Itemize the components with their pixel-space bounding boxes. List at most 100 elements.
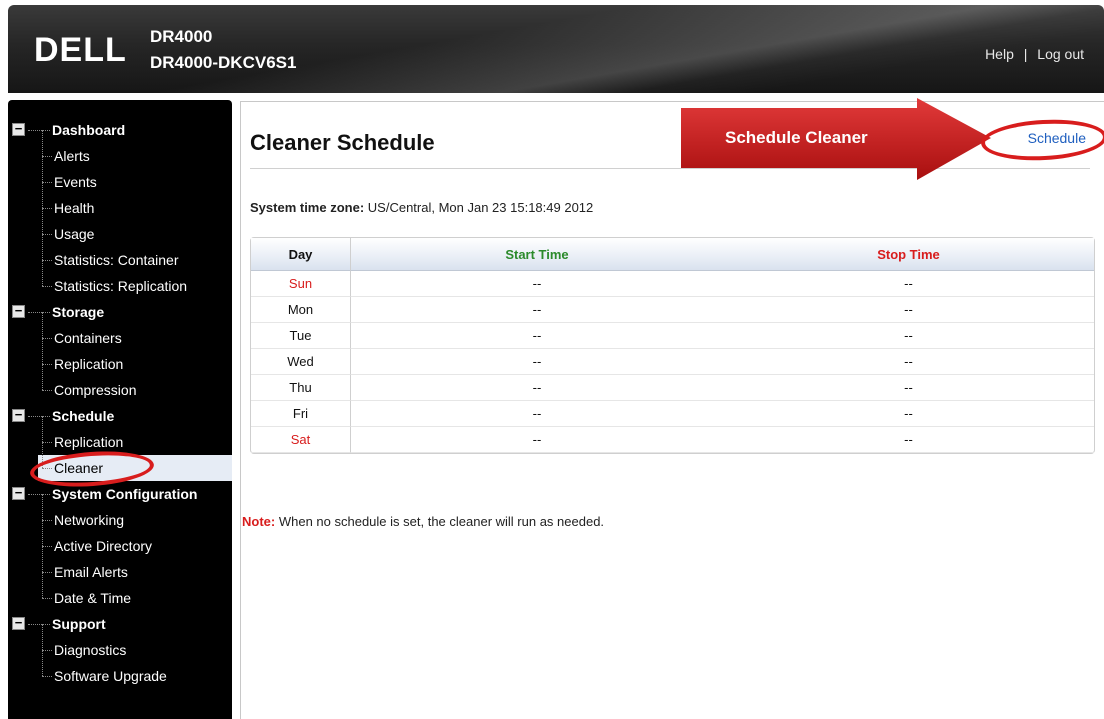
stop-time-cell: -- <box>723 349 1094 375</box>
tree-connector <box>28 494 50 495</box>
table-row: Thu -- -- <box>251 375 1094 401</box>
sidebar-item-software-upgrade[interactable]: Software Upgrade <box>8 650 232 689</box>
stop-time-cell: -- <box>723 427 1094 453</box>
start-time-cell: -- <box>351 375 723 401</box>
schedule-highlight-circle <box>980 116 1104 164</box>
day-cell: Thu <box>251 375 351 401</box>
tree-connector <box>42 572 52 573</box>
collapse-toggle-icon[interactable]: − <box>12 486 25 500</box>
tree-connector <box>28 130 50 131</box>
start-time-cell: -- <box>351 271 723 297</box>
sidebar-item-label: Replication <box>54 356 124 372</box>
tree-connector <box>42 520 43 546</box>
day-cell: Sun <box>251 271 351 297</box>
note-text: When no schedule is set, the cleaner wil… <box>278 514 605 529</box>
header-links: Help | Log out <box>985 46 1084 62</box>
tree-connector <box>42 598 52 599</box>
tree-connector <box>42 182 52 183</box>
dell-logo: DELL <box>34 31 127 69</box>
sidebar-item-label: Networking <box>54 512 125 528</box>
sidebar-item-label: Statistics: Container <box>54 252 179 268</box>
stop-time-cell: -- <box>723 401 1094 427</box>
collapse-toggle-icon[interactable]: − <box>12 304 25 318</box>
start-time-cell: -- <box>351 297 723 323</box>
tree-connector <box>42 286 52 287</box>
day-cell: Sat <box>251 427 351 453</box>
collapse-toggle-icon[interactable]: − <box>12 408 25 422</box>
schedule-note: Note: When no schedule is set, the clean… <box>242 514 604 529</box>
app-header: DELL DR4000 DR4000-DKCV6S1 Help | Log ou… <box>8 5 1104 93</box>
product-name: DR4000 <box>150 27 213 46</box>
product-hostname: DR4000-DKCV6S1 <box>150 53 297 72</box>
tree-connector <box>42 442 52 443</box>
tree-connector <box>42 156 43 182</box>
tree-connector <box>28 624 50 625</box>
sidebar-item-label: Compression <box>54 382 137 398</box>
table-row: Sat -- -- <box>251 427 1094 453</box>
timezone-value: US/Central, Mon Jan 23 15:18:49 2012 <box>367 200 594 215</box>
day-cell: Fri <box>251 401 351 427</box>
column-header-stop-time[interactable]: Stop Time <box>723 238 1094 271</box>
stop-time-cell: -- <box>723 297 1094 323</box>
tree-connector <box>42 156 52 157</box>
collapse-toggle-icon[interactable]: − <box>12 122 25 136</box>
help-link[interactable]: Help <box>985 46 1014 62</box>
tree-connector <box>42 364 43 390</box>
table-row: Fri -- -- <box>251 401 1094 427</box>
stop-time-cell: -- <box>723 375 1094 401</box>
tree-connector <box>42 208 52 209</box>
sidebar-item-date-time[interactable]: Date & Time <box>8 572 232 611</box>
day-cell: Mon <box>251 297 351 323</box>
tree-connector <box>42 312 43 338</box>
table-row: Mon -- -- <box>251 297 1094 323</box>
tree-connector <box>42 260 43 286</box>
header-separator: | <box>1023 46 1028 62</box>
tree-connector <box>42 364 52 365</box>
tree-connector <box>42 416 43 442</box>
sidebar-item-label: Usage <box>54 226 95 242</box>
annotation-label: Schedule Cleaner <box>725 128 868 147</box>
timezone-label: System time zone: <box>250 200 365 215</box>
table-row: Wed -- -- <box>251 349 1094 375</box>
stop-time-cell: -- <box>723 323 1094 349</box>
sidebar-item-label: Events <box>54 174 97 190</box>
sidebar-item-label: Email Alerts <box>54 564 128 580</box>
tree-connector <box>42 208 43 234</box>
sidebar-item-statistics-replication[interactable]: Statistics: Replication <box>8 260 232 299</box>
start-time-cell: -- <box>351 323 723 349</box>
sidebar-group-label: Storage <box>52 304 105 320</box>
tree-connector <box>42 182 43 208</box>
timezone-line: System time zone: US/Central, Mon Jan 23… <box>250 200 593 215</box>
start-time-cell: -- <box>351 401 723 427</box>
logout-link[interactable]: Log out <box>1037 46 1084 62</box>
column-header-start-time[interactable]: Start Time <box>351 238 723 271</box>
tree-connector <box>42 650 52 651</box>
sidebar-group-label: Schedule <box>52 408 115 424</box>
table-row: Sun -- -- <box>251 271 1094 297</box>
tree-connector <box>42 494 43 520</box>
collapse-toggle-icon[interactable]: − <box>12 616 25 630</box>
sidebar-item-label: Active Directory <box>54 538 153 554</box>
tree-connector <box>42 390 52 391</box>
sidebar-item-label: Health <box>54 200 95 216</box>
tree-connector <box>42 572 43 598</box>
column-header-day[interactable]: Day <box>251 238 351 271</box>
tree-connector <box>42 338 52 339</box>
header-swoosh-decoration <box>8 5 1104 93</box>
sidebar-item-label: Containers <box>54 330 122 346</box>
sidebar-group-label: Dashboard <box>52 122 126 138</box>
sidebar-item-compression[interactable]: Compression <box>8 364 232 403</box>
tree-connector <box>42 234 52 235</box>
tree-connector <box>42 520 52 521</box>
schedule-table: Day Start Time Stop Time Sun -- -- Mon -- -- T… <box>250 237 1095 454</box>
tree-connector <box>42 338 43 364</box>
day-cell: Tue <box>251 323 351 349</box>
sidebar-group-label: Support <box>52 616 106 632</box>
stop-time-cell: -- <box>723 271 1094 297</box>
page-title: Cleaner Schedule <box>250 130 435 155</box>
table-header-row: Day Start Time Stop Time <box>251 238 1094 271</box>
sidebar-item-label: Diagnostics <box>54 642 127 658</box>
tree-connector <box>42 546 43 572</box>
start-time-cell: -- <box>351 427 723 453</box>
table-row: Tue -- -- <box>251 323 1094 349</box>
